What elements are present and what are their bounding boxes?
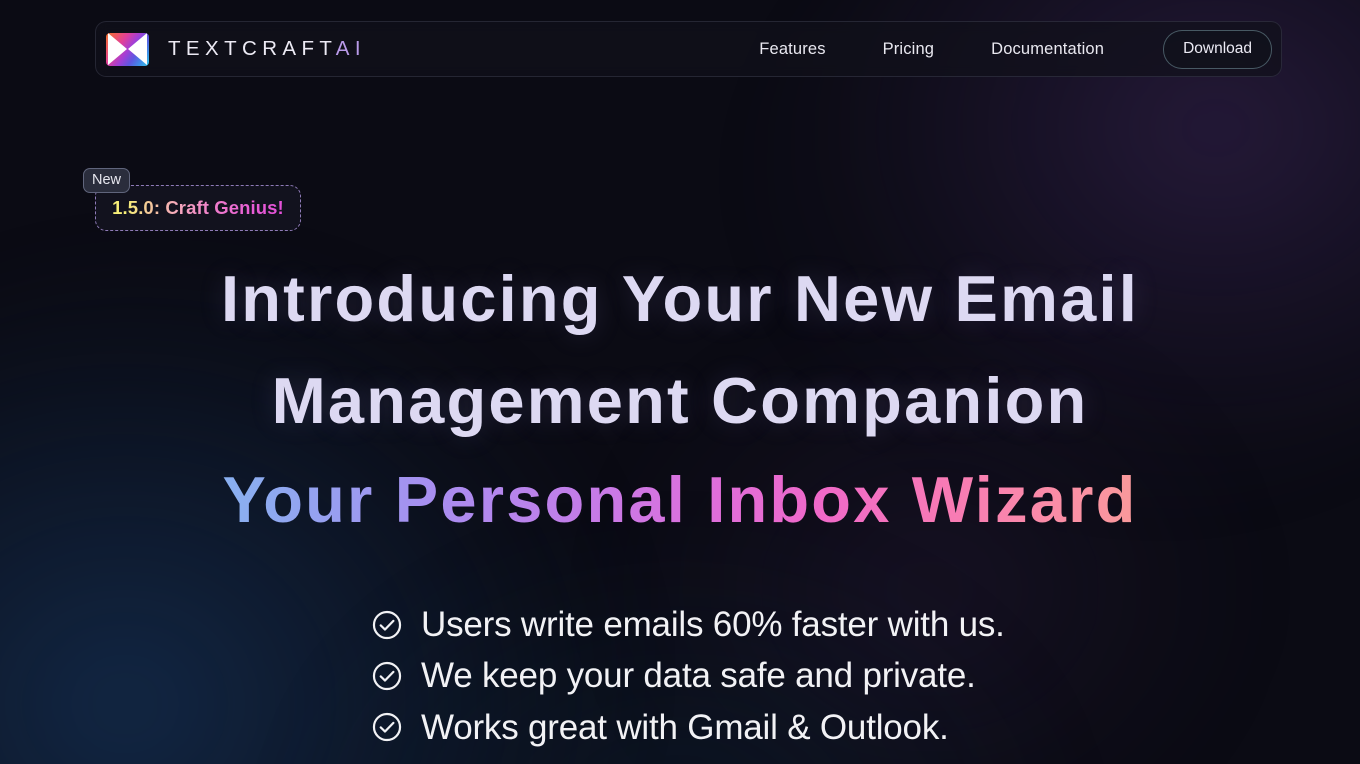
version-badge-label: 1.5.0: Craft Genius! xyxy=(112,197,284,218)
feature-text: We keep your data safe and private. xyxy=(421,656,976,696)
nav-item-documentation[interactable]: Documentation xyxy=(991,32,1104,67)
brand-name: TEXTCRAFTAI xyxy=(168,37,366,61)
page-title-line-1: Introducing Your New Email xyxy=(221,262,1139,335)
envelope-gradient-logo-icon xyxy=(106,32,149,66)
brand-name-suffix: AI xyxy=(335,37,366,60)
download-button[interactable]: Download xyxy=(1163,29,1272,69)
brand-name-text: TEXTCRAFT xyxy=(168,37,336,60)
feature-list: Users write emails 60% faster with us. W… xyxy=(0,604,1360,748)
main-navigation: Features Pricing Documentation Download xyxy=(759,29,1272,69)
check-circle-icon xyxy=(372,610,402,639)
check-circle-icon xyxy=(372,661,402,691)
feature-text: Works great with Gmail & Outlook. xyxy=(421,707,949,747)
page-subtitle-gradient: Your Personal Inbox Wizard xyxy=(0,467,1360,532)
nav-item-pricing[interactable]: Pricing xyxy=(883,32,935,67)
nav-item-features[interactable]: Features xyxy=(759,32,825,67)
site-header: TEXTCRAFTAI Features Pricing Documentati… xyxy=(95,21,1282,77)
page-title-line-2: Management Companion xyxy=(271,364,1089,437)
version-announcement-badge[interactable]: 1.5.0: Craft Genius! New xyxy=(83,168,301,231)
list-item: We keep your data safe and private. xyxy=(370,655,990,696)
brand-logo[interactable]: TEXTCRAFTAI xyxy=(106,32,366,66)
new-label-pill: New xyxy=(83,168,131,194)
list-item: Users write emails 60% faster with us. xyxy=(370,604,1005,645)
list-item: Works great with Gmail & Outlook. xyxy=(370,707,990,748)
check-circle-icon xyxy=(372,713,402,742)
page-root: TEXTCRAFTAI Features Pricing Documentati… xyxy=(0,0,1360,764)
feature-text: Users write emails 60% faster with us. xyxy=(421,605,1005,644)
